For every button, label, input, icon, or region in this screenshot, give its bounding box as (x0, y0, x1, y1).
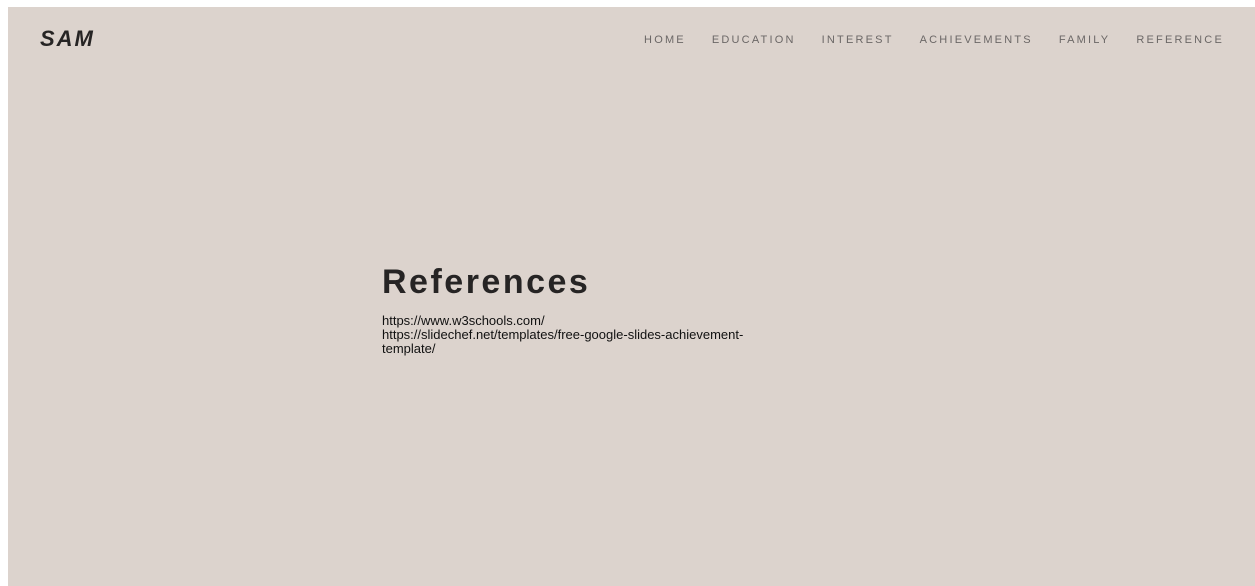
nav-item-education[interactable]: EDUCATION (712, 34, 796, 47)
page-title: References (382, 263, 591, 301)
main-nav: HOME EDUCATION INTEREST ACHIEVEMENTS FAM… (644, 34, 1224, 47)
reference-list: https://www.w3schools.com/ https://slide… (382, 314, 782, 356)
nav-item-reference[interactable]: REFERENCE (1136, 34, 1224, 47)
nav-item-interest[interactable]: INTEREST (822, 34, 894, 47)
nav-item-home[interactable]: HOME (644, 34, 686, 47)
nav-item-achievements[interactable]: ACHIEVEMENTS (920, 34, 1033, 47)
brand-logo[interactable]: SAM (40, 26, 95, 52)
page-frame: SAM HOME EDUCATION INTEREST ACHIEVEMENTS… (8, 7, 1255, 586)
reference-link[interactable]: https://slidechef.net/templates/free-goo… (382, 328, 782, 356)
reference-link[interactable]: https://www.w3schools.com/ (382, 314, 782, 328)
nav-item-family[interactable]: FAMILY (1059, 34, 1111, 47)
references-section: References https://www.w3schools.com/ ht… (382, 262, 782, 356)
